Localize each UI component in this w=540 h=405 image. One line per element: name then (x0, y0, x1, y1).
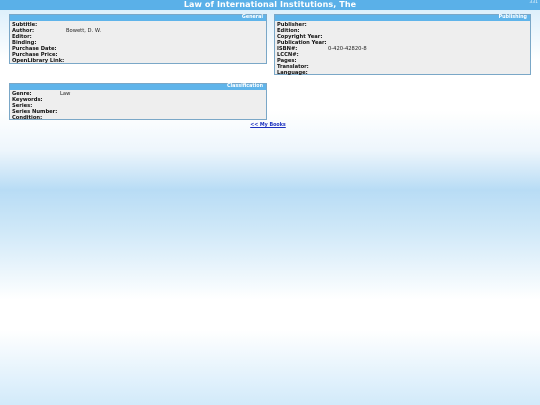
field-row-condition: Condition: (12, 115, 264, 121)
corner-text: 331 (529, 0, 538, 5)
publishing-rows: Publisher: Edition: Copyright Year: Publ… (275, 21, 530, 76)
field-row-openlibrary-link: OpenLibrary Link: (12, 58, 264, 64)
field-value: Law (60, 91, 71, 97)
field-label: Condition: (12, 115, 43, 121)
field-value: 0-420-42820-8 (328, 46, 367, 52)
page-title: Law of International Institutions, The (183, 0, 357, 9)
publishing-panel: Publishing Publisher: Edition: Copyright… (274, 14, 531, 76)
classification-panel: Classification Genre: Law Keywords: Seri… (9, 83, 267, 121)
back-link-container: << My Books (0, 123, 536, 128)
field-label: Language: (277, 70, 308, 76)
title-bar: Law of International Institutions, The 3… (0, 0, 540, 10)
classification-rows: Genre: Law Keywords: Series: Series Numb… (10, 90, 266, 121)
general-panel: General Subtitle: Author: Bowett, D. W. … (9, 14, 267, 64)
general-rows: Subtitle: Author: Bowett, D. W. Editor: … (10, 21, 266, 64)
field-row-language: Language: (277, 70, 528, 76)
my-books-link[interactable]: << My Books (250, 123, 286, 128)
field-label: OpenLibrary Link: (12, 58, 65, 64)
field-value: Bowett, D. W. (66, 28, 102, 34)
